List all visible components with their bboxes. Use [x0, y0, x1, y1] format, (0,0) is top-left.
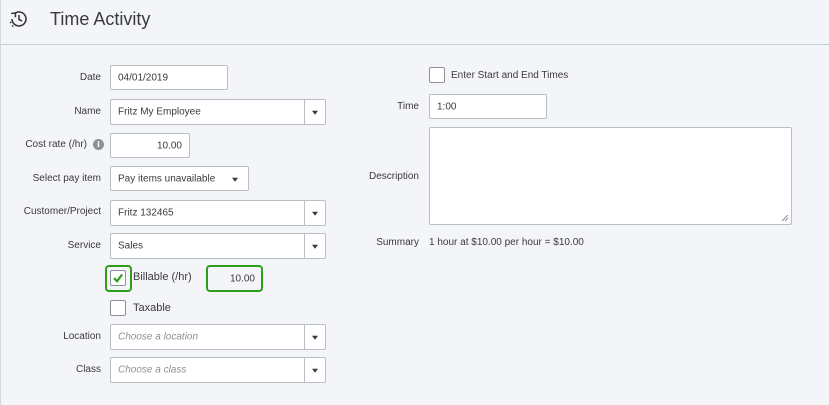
time-label: Time	[397, 101, 419, 112]
cost-rate-label: Cost rate (/hr)	[25, 139, 87, 150]
caret-down-icon	[312, 335, 318, 340]
service-value: Sales	[118, 240, 144, 252]
billable-rate-field[interactable]: 10.00	[210, 269, 259, 288]
cost-rate-value: 10.00	[156, 140, 182, 151]
customer-value: Fritz 132465	[118, 207, 174, 219]
class-label: Class	[75, 364, 101, 375]
caret-down-icon	[312, 110, 318, 115]
summary-label: Summary	[376, 237, 419, 248]
caret-down-icon	[232, 177, 238, 182]
class-placeholder: Choose a class	[118, 364, 187, 376]
date-value: 04/01/2019	[118, 72, 169, 83]
customer-label: Customer/Project	[23, 206, 101, 217]
date-label: Date	[79, 72, 101, 83]
customer-dropdown-button[interactable]	[304, 201, 325, 225]
location-select[interactable]: Choose a location	[110, 324, 326, 350]
start-end-checkbox[interactable]	[429, 67, 445, 83]
page-title: Time Activity	[50, 9, 151, 29]
caret-down-icon	[312, 368, 318, 373]
name-label: Name	[74, 106, 101, 117]
billable-checkbox[interactable]	[110, 270, 126, 286]
time-field[interactable]: 1:00	[429, 94, 547, 119]
class-select[interactable]: Choose a class	[110, 357, 326, 383]
location-placeholder: Choose a location	[118, 331, 199, 343]
service-dropdown-button[interactable]	[304, 234, 325, 258]
cost-rate-field[interactable]: 10.00	[110, 133, 190, 158]
time-activity-window: Time Activity Date 04/01/2019 Name Fritz…	[0, 0, 830, 405]
service-select[interactable]: Sales	[110, 233, 326, 259]
billable-label: Billable (/hr)	[133, 271, 192, 283]
billable-rate-value: 10.00	[229, 273, 255, 284]
resize-handle-icon[interactable]	[781, 214, 789, 222]
taxable-checkbox[interactable]	[110, 300, 126, 316]
date-field[interactable]: 04/01/2019	[110, 65, 228, 90]
pay-item-value: Pay items unavailable	[118, 173, 216, 184]
description-textarea[interactable]	[429, 127, 792, 225]
clock-history-icon	[9, 11, 27, 27]
summary-value: 1 hour at $10.00 per hour = $10.00	[429, 237, 584, 248]
time-value: 1:00	[437, 101, 457, 112]
info-icon[interactable]: i	[93, 139, 104, 150]
location-dropdown-button[interactable]	[304, 325, 325, 349]
location-label: Location	[63, 331, 101, 342]
start-end-label: Enter Start and End Times	[451, 70, 569, 81]
pay-item-label: Select pay item	[32, 173, 101, 184]
caret-down-icon	[312, 244, 318, 249]
name-select[interactable]: Fritz My Employee	[110, 99, 326, 125]
service-label: Service	[67, 240, 101, 251]
customer-select[interactable]: Fritz 132465	[110, 200, 326, 226]
description-label: Description	[368, 171, 419, 182]
page-header: Time Activity	[1, 0, 830, 45]
taxable-label: Taxable	[133, 302, 171, 314]
name-dropdown-button[interactable]	[304, 100, 325, 124]
checkmark-icon	[113, 273, 124, 283]
caret-down-icon	[312, 211, 318, 216]
name-value: Fritz My Employee	[118, 106, 201, 118]
pay-item-select[interactable]: Pay items unavailable	[110, 166, 249, 191]
class-dropdown-button[interactable]	[304, 358, 325, 382]
